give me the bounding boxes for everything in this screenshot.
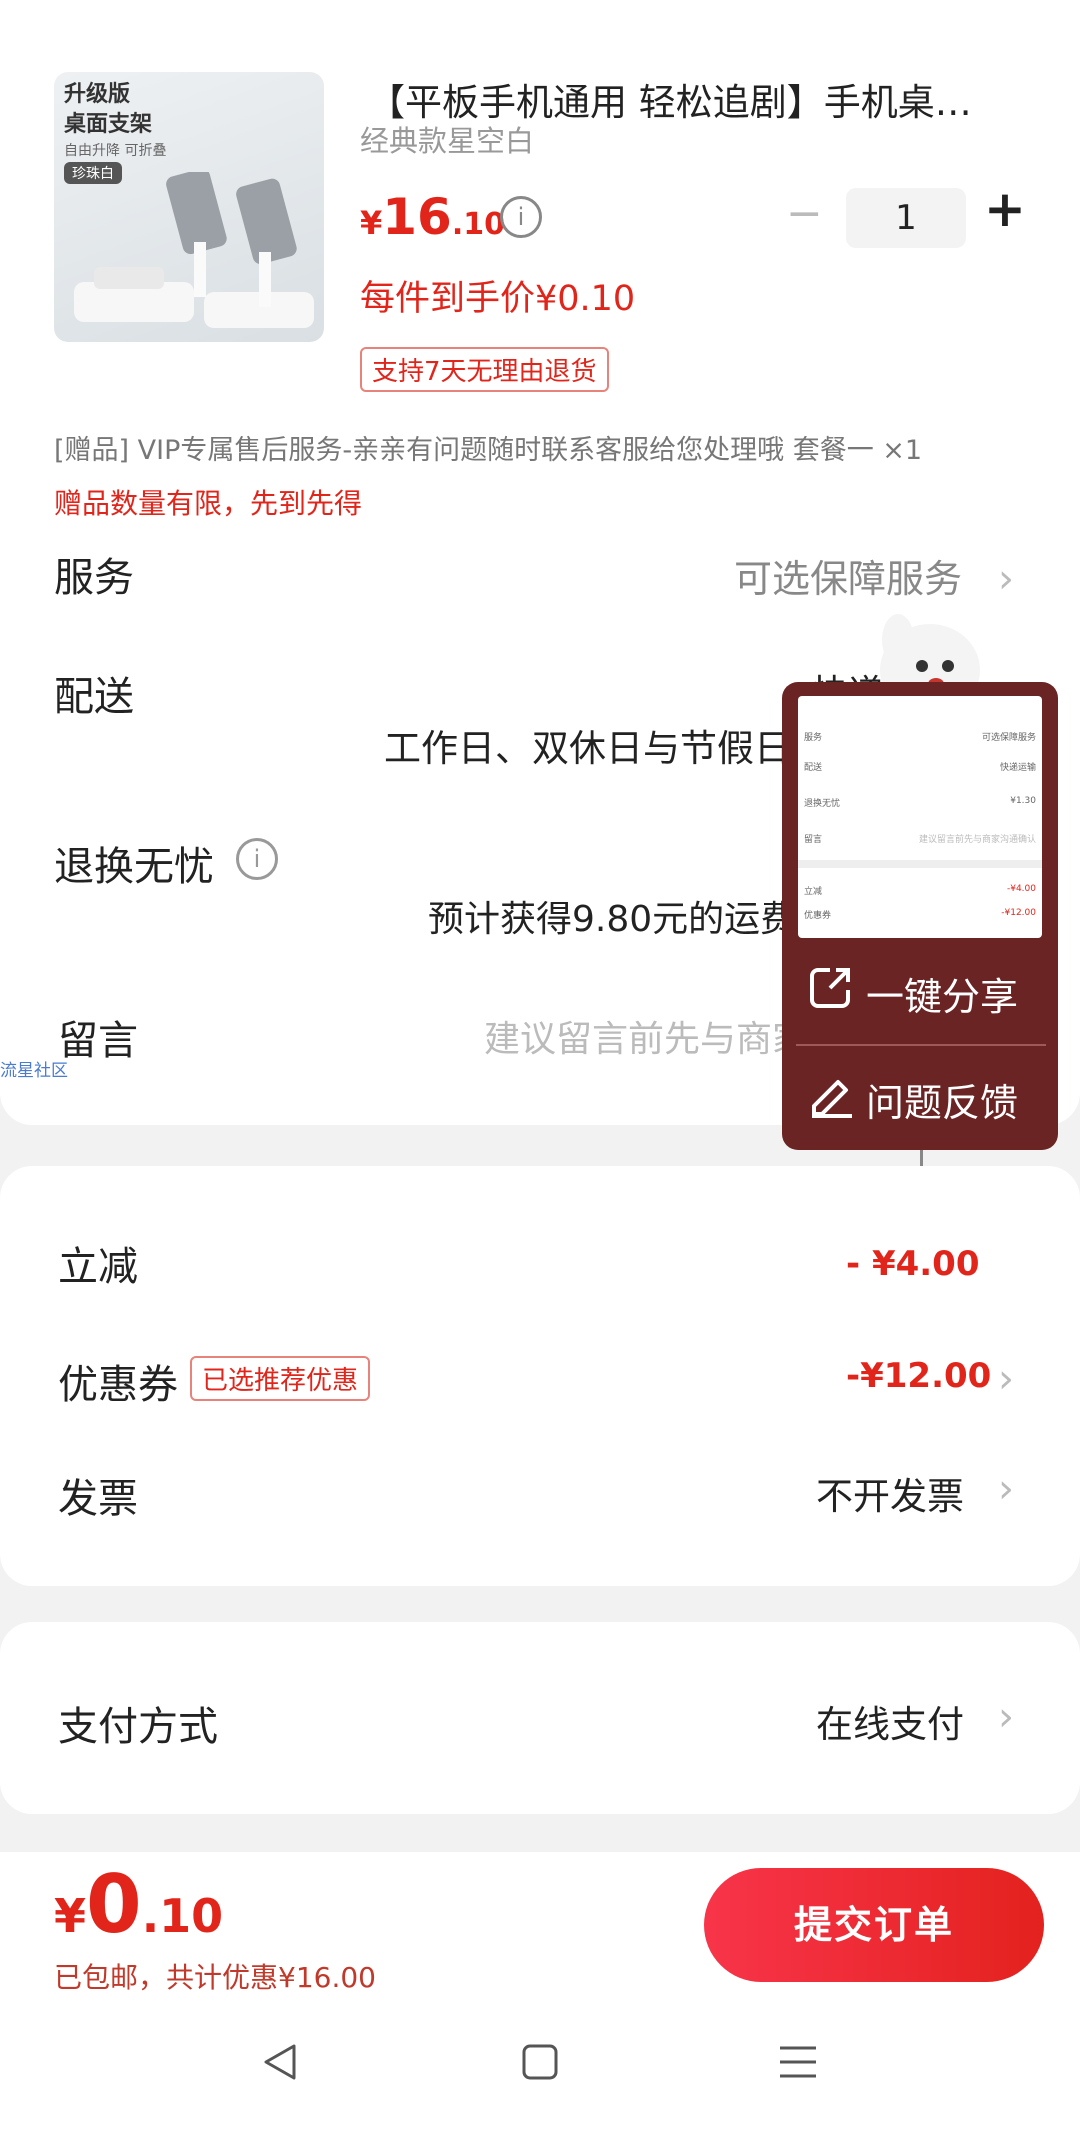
thumb-label: 立减 bbox=[804, 887, 823, 897]
payment-label: 支付方式 bbox=[58, 1704, 218, 1750]
invoice-chevron-icon[interactable]: › bbox=[998, 1466, 1014, 1512]
payment-value[interactable]: 在线支付 bbox=[816, 1694, 964, 1748]
share-label: 一键分享 bbox=[866, 975, 1019, 1019]
instant-discount-value: - ¥4.00 bbox=[846, 1244, 980, 1284]
service-chevron-icon[interactable]: › bbox=[998, 556, 1014, 602]
menu-nav-icon[interactable] bbox=[776, 2040, 820, 2088]
total-price: ¥0.10 bbox=[54, 1858, 223, 1951]
return-label: 退换无忧 bbox=[54, 844, 214, 890]
thumb-label: 优惠券 bbox=[804, 911, 832, 921]
return-sub: 预计获得9.80元的运费 bbox=[428, 899, 797, 940]
thumb-row: 优惠券 -¥12.00 bbox=[804, 908, 1036, 921]
thumb-value: 可选保障服务 bbox=[981, 733, 1036, 743]
thumb-row: 服务 可选保障服务 bbox=[804, 730, 1036, 743]
coupon-chevron-icon[interactable]: › bbox=[998, 1356, 1014, 1402]
service-label: 服务 bbox=[54, 555, 134, 601]
thumb-value: -¥12.00 bbox=[1001, 908, 1036, 918]
message-label: 留言 bbox=[58, 1018, 138, 1064]
home-nav-icon[interactable] bbox=[518, 2040, 562, 2088]
quantity-decrease-button[interactable]: − bbox=[786, 188, 823, 239]
gift-notice: 赠品数量有限，先到先得 bbox=[54, 487, 363, 520]
share-icon bbox=[810, 968, 850, 1008]
submit-order-label: 提交订单 bbox=[793, 1903, 954, 1947]
total-integer: 0 bbox=[86, 1858, 142, 1951]
thumb-value: ¥1.30 bbox=[1010, 796, 1036, 806]
total-decimal: .10 bbox=[141, 1889, 224, 1943]
gift-text: [赠品] VIP专属售后服务-亲亲有问题随时联系客服给您处理哦 套餐一 ×1 bbox=[54, 435, 923, 466]
thumb-row: 留言 建议留言前先与商家沟通确认 bbox=[804, 832, 1036, 845]
back-nav-icon[interactable] bbox=[258, 2040, 302, 2088]
thumb-row: 配送 快递运输 bbox=[804, 760, 1036, 773]
total-currency: ¥ bbox=[54, 1889, 87, 1943]
delivery-sub: 工作日、双休日与节假日 bbox=[384, 727, 791, 770]
coupon-value[interactable]: -¥12.00 bbox=[846, 1356, 991, 1396]
product-image-title: 升级版 桌面支架 bbox=[64, 82, 153, 137]
float-panel-thumbnail[interactable]: 服务 可选保障服务 配送 快递运输 退换无忧 ¥1.30 留言 建议留言前先与商家沟通确… bbox=[798, 696, 1042, 938]
coupon-label: 优惠券 bbox=[58, 1362, 178, 1408]
product-price: ¥16.10 bbox=[360, 188, 505, 246]
quantity-increase-button[interactable]: + bbox=[984, 180, 1026, 238]
return-policy-tag: 支持7天无理由退货 bbox=[360, 347, 609, 392]
unit-price-text: 每件到手价¥0.10 bbox=[360, 279, 636, 319]
product-variant: 经典款星空白 bbox=[360, 124, 535, 158]
phone-stand-illustration bbox=[74, 172, 314, 328]
price-currency: ¥ bbox=[360, 204, 383, 242]
quantity-input[interactable]: 1 bbox=[846, 188, 966, 248]
thumb-label: 留言 bbox=[804, 835, 823, 845]
thumb-row: 立减 -¥4.00 bbox=[804, 884, 1036, 897]
product-image[interactable]: 升级版 桌面支架 自由升降 可折叠 珍珠白 bbox=[54, 72, 324, 342]
thumb-divider bbox=[798, 860, 1042, 868]
submit-order-button[interactable]: 提交订单 bbox=[704, 1868, 1044, 1982]
thumb-label: 服务 bbox=[804, 733, 823, 743]
total-summary: 已包邮，共计优惠¥16.00 bbox=[54, 1961, 376, 1994]
pencil-icon bbox=[812, 1080, 852, 1118]
product-image-subtitle: 自由升降 可折叠 bbox=[64, 143, 167, 159]
price-integer: 16 bbox=[382, 188, 452, 246]
invoice-label: 发票 bbox=[58, 1476, 138, 1522]
instant-discount-label: 立减 bbox=[58, 1244, 138, 1290]
thumb-value: -¥4.00 bbox=[1006, 884, 1036, 894]
invoice-value[interactable]: 不开发票 bbox=[816, 1466, 964, 1520]
price-decimal: .10 bbox=[451, 207, 506, 242]
thumb-value: 建议留言前先与商家沟通确认 bbox=[918, 835, 1036, 845]
feedback-label: 问题反馈 bbox=[866, 1081, 1019, 1125]
thumb-label: 退换无忧 bbox=[804, 799, 841, 809]
payment-chevron-icon[interactable]: › bbox=[998, 1694, 1014, 1740]
thumb-label: 配送 bbox=[804, 763, 823, 773]
return-info-icon[interactable]: i bbox=[236, 838, 278, 880]
feedback-button[interactable]: 问题反馈 bbox=[800, 1062, 1050, 1132]
thumb-value: 快递运输 bbox=[999, 763, 1036, 773]
info-icon[interactable]: i bbox=[500, 196, 542, 238]
delivery-label: 配送 bbox=[54, 674, 134, 720]
service-value[interactable]: 可选保障服务 bbox=[734, 548, 962, 603]
side-tag[interactable]: 流星社区 bbox=[0, 1056, 68, 1081]
thumb-row: 退换无忧 ¥1.30 bbox=[804, 796, 1036, 809]
share-button[interactable]: 一键分享 bbox=[800, 956, 1050, 1026]
coupon-tag: 已选推荐优惠 bbox=[190, 1356, 371, 1401]
panel-divider bbox=[796, 1044, 1046, 1046]
